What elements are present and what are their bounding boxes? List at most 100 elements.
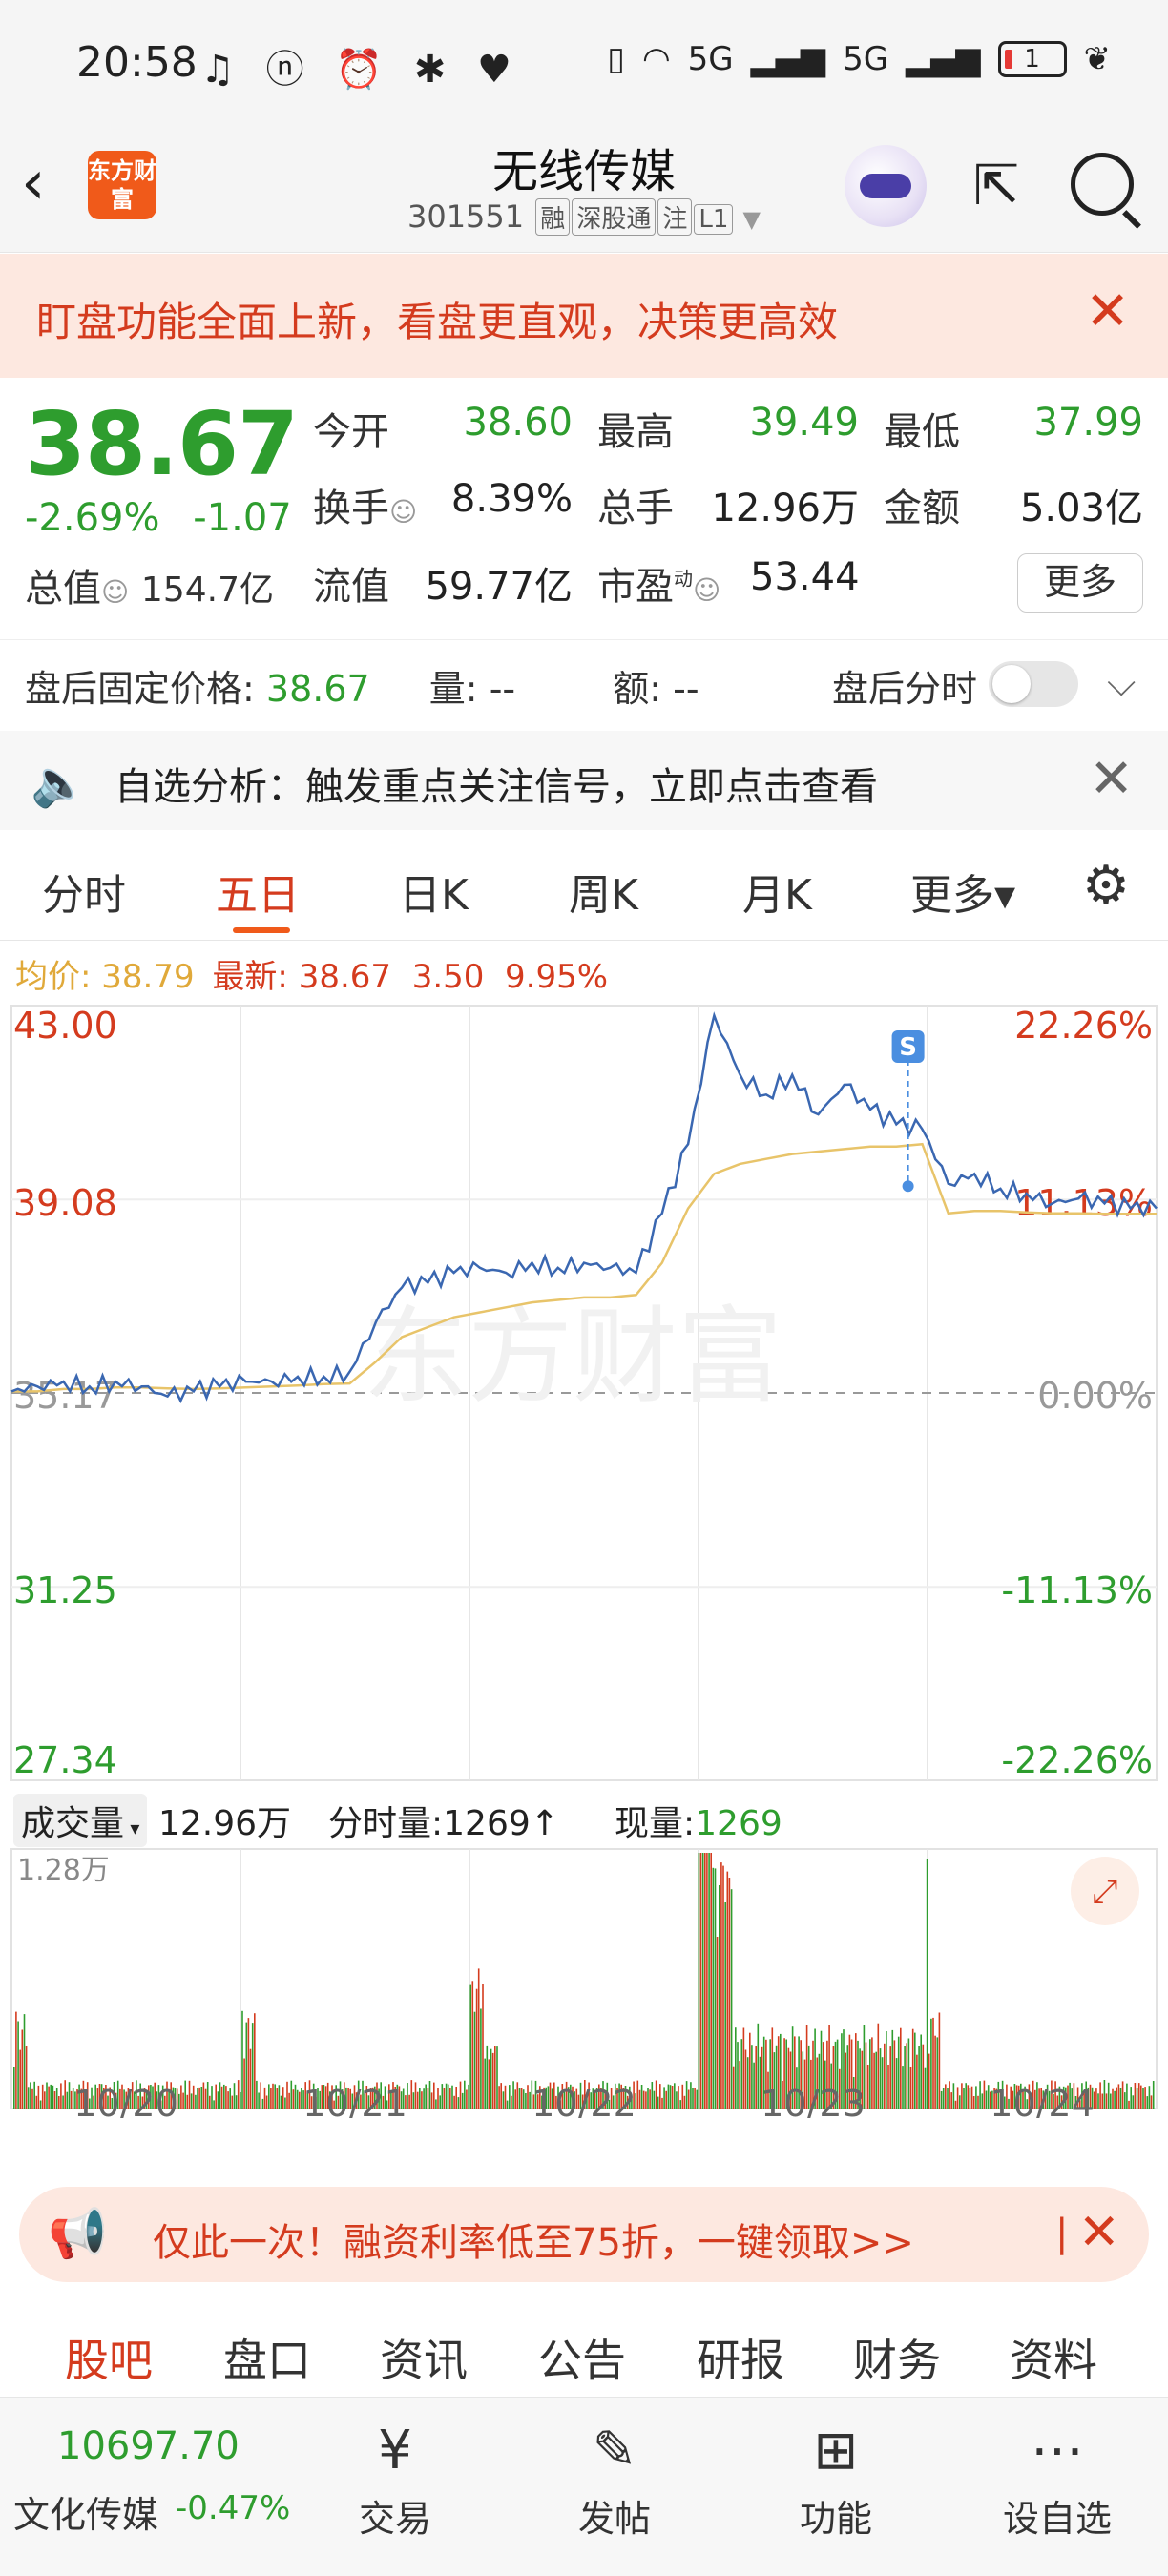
tab-research[interactable]: 研报 [697, 2326, 784, 2389]
volume-bar [879, 2048, 882, 2109]
volume-bar [441, 2084, 444, 2109]
megaphone-icon: 📢 [48, 2206, 108, 2261]
x-axis-label: 10/21 [302, 2083, 407, 2118]
volume-bar [261, 2098, 264, 2109]
post-button[interactable]: ✎ 发帖 [548, 2413, 681, 2542]
volume-bar [969, 2088, 971, 2109]
tab-forum[interactable]: 股吧 [65, 2326, 153, 2389]
volume-bar [924, 2067, 927, 2109]
active-tab-indicator [233, 927, 290, 933]
volume-bar [21, 2029, 24, 2109]
volume-bar [667, 2084, 670, 2109]
ai-assistant-icon[interactable] [845, 145, 927, 227]
volume-bar [1095, 2088, 1097, 2109]
volume-bar [455, 2087, 457, 2109]
volume-bar [1124, 2092, 1126, 2109]
volume-dropdown[interactable]: 成交量 ▾ [13, 1794, 148, 1847]
volume-bar [225, 2086, 227, 2109]
volume-bar [204, 2088, 207, 2109]
volume-bar [192, 2085, 195, 2109]
volume-bar [46, 2082, 48, 2109]
volume-bar [934, 2035, 936, 2109]
post-label: 发帖 [577, 2498, 651, 2540]
volume-bar [920, 2034, 922, 2109]
volume-bar [288, 2092, 290, 2109]
volume-bar [58, 2096, 60, 2109]
tab-monthly-k[interactable]: 月K [742, 861, 812, 922]
add-watchlist-icon: ⋯ [1031, 2420, 1084, 2482]
volume-bar [706, 1853, 708, 2109]
add-watchlist-button[interactable]: ⋯ 设自选 [991, 2413, 1124, 2542]
more-button[interactable]: 更多 [1017, 553, 1143, 613]
pe-label[interactable]: 市盈动☺ [597, 555, 720, 611]
volume-bar [972, 2096, 975, 2109]
volume-bar [60, 2083, 62, 2109]
volume-bar [219, 2082, 221, 2109]
tab-daily-k[interactable]: 日K [399, 861, 469, 922]
volume-bar [231, 2095, 234, 2109]
volume-bar [1152, 2081, 1155, 2109]
tab-finance[interactable]: 财务 [853, 2326, 941, 2389]
volume-bar [720, 1862, 722, 2109]
trade-button[interactable]: ¥ 交易 [328, 2413, 462, 2542]
volume-bar [41, 2084, 44, 2109]
clock: 20:58 [76, 38, 198, 87]
promo-banner[interactable]: 📢 仅此一次！融资利率低至75折，一键领取>> | ✕ [19, 2187, 1149, 2282]
volume-bar [522, 2089, 525, 2109]
volume-bar [884, 2043, 886, 2109]
volume-bar [902, 2066, 904, 2109]
market-cap[interactable]: 总值☺ 154.7亿 [25, 557, 274, 613]
vibrate-icon: ▯ [607, 40, 625, 78]
close-icon[interactable]: ✕ [1085, 280, 1130, 343]
tab-profile[interactable]: 资料 [1010, 2326, 1097, 2389]
feature-banner[interactable]: 盯盘功能全面上新，看盘更直观，决策更高效 ✕ [0, 254, 1168, 378]
volume-bar [954, 2100, 957, 2109]
tab-five-day[interactable]: 五日 [216, 861, 300, 922]
tab-orderbook[interactable]: 盘口 [223, 2326, 311, 2389]
info-icon: ☺ [101, 576, 130, 608]
volume-bar [659, 2084, 661, 2109]
quote-panel: 38.67 -2.69% -1.07 总值☺ 154.7亿 今开 38.60 最… [0, 380, 1168, 628]
function-button[interactable]: ⊞ 功能 [769, 2413, 903, 2542]
volume-bar [50, 2084, 52, 2109]
volume-bar [278, 2085, 281, 2109]
tab-more[interactable]: 更多▾ [910, 861, 1015, 922]
tab-news[interactable]: 资讯 [380, 2326, 468, 2389]
volume-bar [740, 2039, 743, 2109]
volume-bar [887, 2065, 889, 2109]
status-bar: 20:58 ♫ ⓝ ⏰ ✱ ♥ ▯ ◠ 5G ▂▄▆ 5G ▂▄▆ 1 ❦ [0, 0, 1168, 124]
chevron-down-icon[interactable]: ⌵ [1107, 661, 1136, 705]
close-icon[interactable]: ✕ [1089, 748, 1134, 810]
volume-bar [653, 2090, 656, 2109]
gear-icon[interactable]: ⚙ [1076, 857, 1136, 916]
volume-bar [213, 2100, 215, 2109]
s-marker: S [891, 1030, 925, 1193]
tab-announcements[interactable]: 公告 [538, 2326, 626, 2389]
volume-bar [746, 2057, 749, 2109]
trade-icon: ¥ [378, 2420, 412, 2482]
five-day-chart[interactable]: 1.28万⤢ 东方财富 43.0039.0835.1731.2527.3422.… [0, 992, 1168, 2118]
volume-bar [918, 2046, 920, 2109]
volume-bar [296, 2089, 299, 2109]
float-cap-label: 流值 [313, 565, 389, 609]
volume-bar [932, 2017, 934, 2109]
trade-label: 交易 [358, 2498, 431, 2540]
volume-bar [877, 2023, 880, 2109]
share-icon[interactable]: ⇱ [966, 155, 1027, 216]
tab-timeshare[interactable]: 分时 [42, 861, 126, 922]
volume-bar [895, 2058, 898, 2109]
volume-bar [649, 2089, 651, 2109]
volume-bar [907, 2038, 910, 2109]
volume-bar [949, 2081, 950, 2109]
alert-bar[interactable]: 🔈 自选分析：触发重点关注信号，立即点击查看 ✕ [0, 731, 1168, 830]
volume-bar [661, 2097, 663, 2109]
volume-bar [869, 2039, 871, 2109]
after-hours-toggle[interactable] [989, 661, 1078, 707]
volume-bar [241, 2010, 243, 2109]
close-icon[interactable]: ✕ [1078, 2204, 1120, 2261]
tab-weekly-k[interactable]: 周K [569, 861, 638, 922]
search-icon[interactable] [1071, 153, 1134, 216]
volume-bar [692, 2088, 694, 2109]
volume-bar [272, 2083, 274, 2109]
volume-bar [421, 2091, 423, 2109]
